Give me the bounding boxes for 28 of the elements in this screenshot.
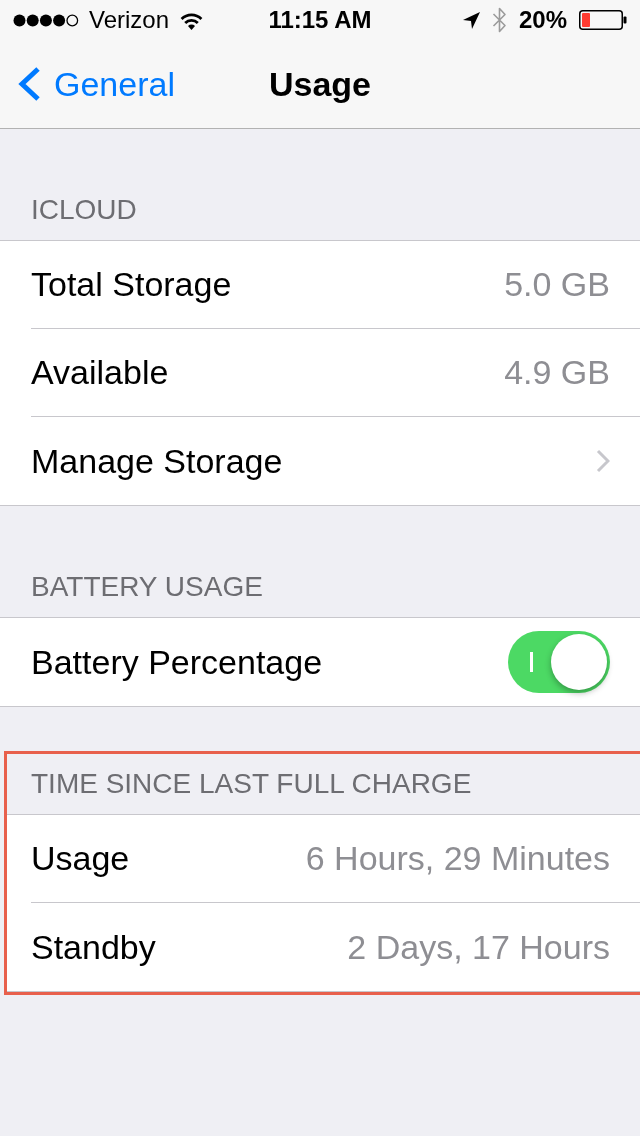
on-indicator-icon xyxy=(530,652,533,672)
signal-strength-icon xyxy=(13,13,79,27)
section-header: TIME SINCE LAST FULL CHARGE xyxy=(31,769,473,799)
location-arrow-icon xyxy=(462,11,480,29)
battery-icon xyxy=(579,10,627,30)
row-value: 2 Days, 17 Hours xyxy=(347,926,610,968)
clock-time: 11:15 AM xyxy=(268,5,372,35)
row-label: Available xyxy=(31,352,169,393)
wifi-icon xyxy=(179,10,205,30)
chevron-left-icon xyxy=(17,66,42,102)
toggle-switch[interactable] xyxy=(508,631,610,693)
section-header: ICLOUD xyxy=(31,195,138,225)
section-header: BATTERY USAGE xyxy=(31,572,264,602)
list-row[interactable]: Manage Storage xyxy=(31,417,640,505)
row-label: Standby xyxy=(31,926,156,968)
page-title: Usage xyxy=(268,63,372,105)
bluetooth-icon xyxy=(491,7,507,33)
row-value: 4.9 GB xyxy=(504,352,610,393)
row-value: 6 Hours, 29 Minutes xyxy=(305,838,610,879)
carrier-name: Verizon xyxy=(89,5,170,35)
toggle-thumb xyxy=(551,634,607,690)
battery-percent: 20% xyxy=(518,5,567,35)
row-label: Total Storage xyxy=(31,264,232,305)
row-label: Usage xyxy=(31,838,130,879)
row-value: 5.0 GB xyxy=(504,264,610,305)
chevron-right-icon xyxy=(596,449,610,473)
row-label: Battery Percentage xyxy=(31,641,323,683)
back-button[interactable]: General xyxy=(0,58,175,110)
